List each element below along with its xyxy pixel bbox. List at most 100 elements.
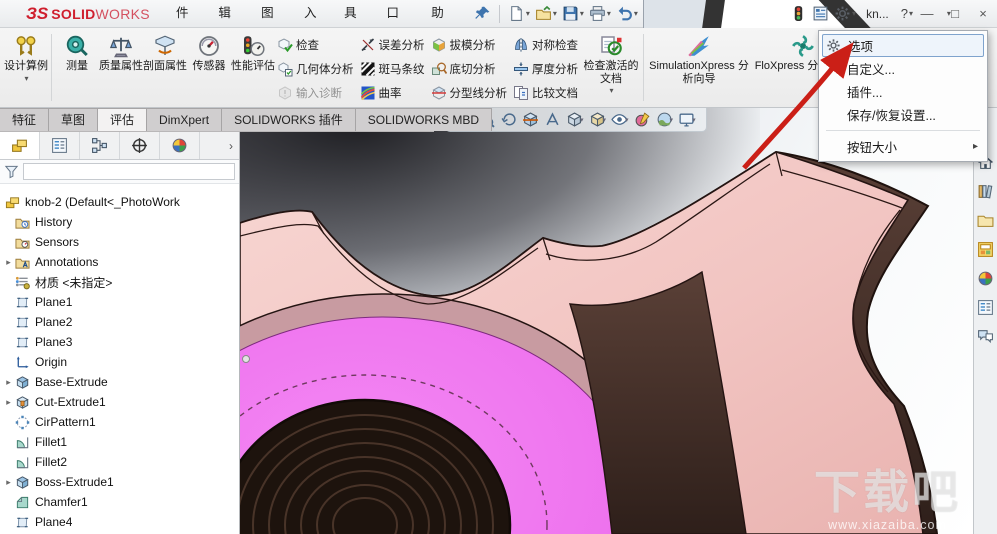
new-document-button[interactable]: ▾ [506,3,532,24]
commandmanager-tab[interactable]: SOLIDWORKS MBD [354,108,493,131]
geometry-analysis-button[interactable]: 几何体分析 [275,57,358,81]
view-settings-button[interactable]: ▾ [678,111,696,128]
apply-scene-button[interactable]: ▾ [656,111,673,128]
menu-item-button-size[interactable]: 按钮大小 ▸ [822,135,984,158]
check-active-document-button[interactable]: 检查激活的文档 ▾ [582,30,640,105]
rebuild-traffic-light-button[interactable] [788,3,809,24]
design-study-button[interactable]: 设计算例 ▾ [4,30,48,105]
tree-item[interactable]: History [2,212,239,232]
graphics-viewport[interactable]: ▾ ▾ ▾ ▾ ▾ 下载吧 www.xiazaiba.com [240,108,973,534]
expand-arrow-icon[interactable]: ▸ [2,477,15,488]
tree-filter-input[interactable] [23,163,235,180]
tree-item[interactable]: Fillet2 [2,452,239,472]
display-style-button[interactable]: ▾ [589,111,606,128]
panel-tab-displaymanager[interactable] [160,132,200,159]
section-view-button[interactable] [522,111,539,128]
design-study-icon [14,34,38,58]
hide-show-items-button[interactable]: ▾ [611,111,629,128]
tree-item[interactable]: Plane1 [2,292,239,312]
undo-button[interactable]: ▾ [614,3,640,24]
menu-item-customize[interactable]: 自定义... [822,57,984,80]
chamfer-icon [15,495,30,510]
panel-tab-featuremanager[interactable] [0,132,40,159]
menu-item-save-restore-settings[interactable]: 保存/恢复设置... [822,103,984,126]
tree-item[interactable]: Sensors [2,232,239,252]
undercut-analysis-button[interactable]: 底切分析 [429,57,512,81]
design-library-button[interactable] [976,181,996,201]
panel-tab-propertymanager[interactable] [40,132,80,159]
appearances-scenes-button[interactable] [976,268,996,288]
mass-properties-button[interactable]: 质量属性 [99,30,143,105]
commandmanager-tab[interactable]: 草图 [48,108,99,131]
file-properties-button[interactable] [810,3,831,24]
panel-tabs-overflow-button[interactable]: › [223,132,239,159]
previous-view-button[interactable] [500,111,517,128]
commandmanager-tab[interactable]: DimXpert [146,108,223,131]
solidworks-forum-button[interactable] [976,326,996,346]
draft-analysis-button[interactable]: 拔模分析 [429,33,512,57]
open-document-icon [535,5,552,22]
expand-arrow-icon[interactable]: ▸ [2,377,15,388]
compare-documents-icon [513,85,529,101]
tree-item[interactable]: CirPattern1 [2,412,239,432]
custom-properties-icon [977,299,994,316]
expand-arrow-icon[interactable]: ▸ [2,397,15,408]
annotation-view-button[interactable] [544,111,561,128]
menu-item-options[interactable]: 选项 [822,34,984,57]
commandmanager-tab[interactable]: 评估 [97,108,148,131]
boss-extrude-icon [15,375,30,390]
print-button[interactable]: ▾ [587,3,613,24]
deviation-analysis-button[interactable]: 误差分析 [358,33,429,57]
symmetry-check-button[interactable]: 对称检查 [511,33,582,57]
open-document-button[interactable]: ▾ [533,3,559,24]
view-palette-button[interactable] [976,239,996,259]
maximize-button[interactable]: □ [941,1,969,27]
zebra-stripes-button[interactable]: 斑马条纹 [358,57,429,81]
tree-item[interactable]: Fillet1 [2,432,239,452]
gear-small-icon [826,38,841,53]
panel-tab-dimxpertmanager[interactable] [120,132,160,159]
commandmanager-tab[interactable]: 特征 [0,108,50,131]
thickness-analysis-button[interactable]: 厚度分析 [511,57,582,81]
sensor-button[interactable]: 传感器 [187,30,231,105]
edit-appearance-button[interactable] [634,111,651,128]
options-gear-button[interactable]: ▾ [832,3,858,24]
tree-item[interactable]: ▸ Cut-Extrude1 [2,392,239,412]
check-icon [277,37,293,53]
parting-line-analysis-button[interactable]: 分型线分析 [429,81,512,105]
close-button[interactable]: × [969,1,997,27]
save-button[interactable]: ▾ [560,3,586,24]
tree-item[interactable]: Plane2 [2,312,239,332]
performance-evaluation-button[interactable]: 性能评估 [231,30,275,105]
tree-item[interactable]: Plane3 [2,332,239,352]
curvature-button[interactable]: 曲率 [358,81,429,105]
material-icon [15,275,30,290]
compare-documents-button[interactable]: 比较文档 [511,81,582,105]
tree-item[interactable]: ▸ Annotations [2,252,239,272]
file-explorer-button[interactable] [976,210,996,230]
section-properties-button[interactable]: 剖面属性 [143,30,187,105]
tree-item[interactable]: ▸ Boss-Extrude1 [2,472,239,492]
view-orientation-button[interactable]: ▾ [566,111,584,128]
panel-tab-configurationmanager[interactable] [80,132,120,159]
tree-item[interactable]: ▸ Base-Extrude [2,372,239,392]
custom-properties-button[interactable] [976,297,996,317]
menu-item-add-ins[interactable]: 插件... [822,80,984,103]
measure-button[interactable]: 测量 [55,30,99,105]
pin-button[interactable] [472,3,493,24]
expand-arrow-icon[interactable]: ▸ [2,257,15,268]
tree-item[interactable]: Plane4 [2,512,239,532]
tree-item-root[interactable]: knob-2 (Default<_PhotoWork [2,192,239,212]
window-controls: — □ × [913,1,997,27]
parting-line-analysis-icon [431,85,447,101]
panel-splitter-handle[interactable] [242,355,250,363]
check-button[interactable]: 检查 [275,33,358,57]
commandmanager-tab[interactable]: SOLIDWORKS 插件 [221,108,356,131]
tree-item[interactable]: Origin [2,352,239,372]
section-properties-icon [153,34,177,58]
minimize-button[interactable]: — [913,1,941,27]
help-button[interactable]: ? ▾ [901,6,913,21]
tree-item[interactable]: 材质 <未指定> [2,272,239,292]
tree-item[interactable]: Chamfer1 [2,492,239,512]
simulationxpress-button[interactable]: SimulationXpress 分析向导 [647,30,751,105]
